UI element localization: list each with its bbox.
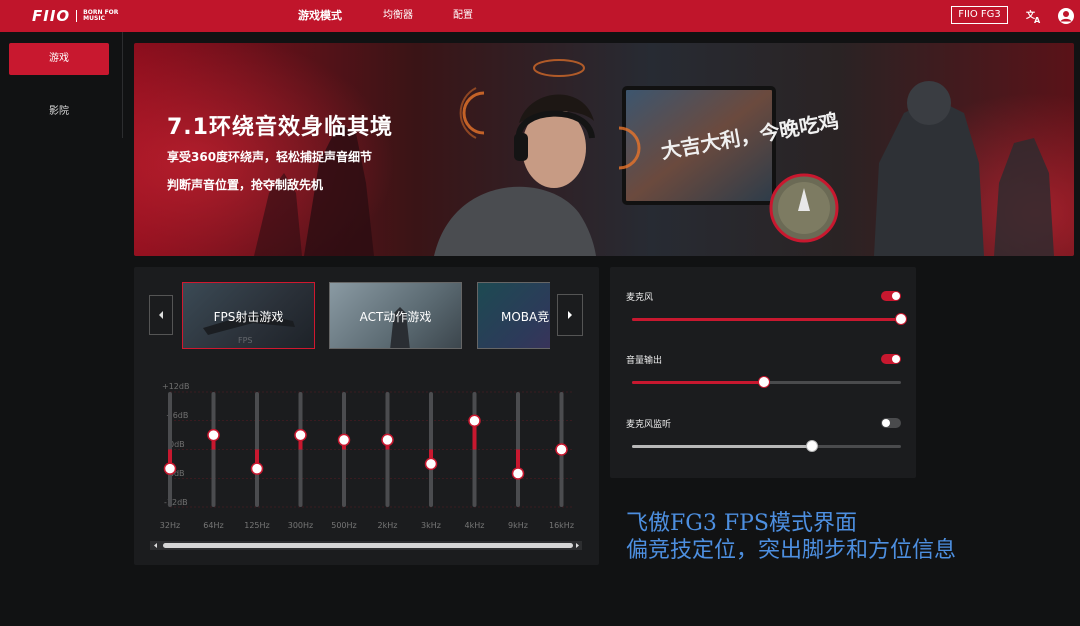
preset-card-fps[interactable]: FPS FPS射击游戏 — [182, 282, 315, 349]
preset-card-act[interactable]: ACT动作游戏 — [329, 282, 462, 349]
eq-freq-label: 4kHz — [464, 521, 485, 530]
mic-label: 麦克风 — [626, 293, 654, 303]
slider-fill — [632, 445, 813, 448]
eq-band-knob[interactable] — [468, 414, 481, 427]
preset-prev-button[interactable] — [149, 295, 173, 335]
eq-band-knob[interactable] — [511, 467, 525, 480]
eq-band-knob[interactable] — [424, 457, 438, 471]
eq-freq-label: 32Hz — [159, 521, 181, 530]
eq-band-knob[interactable] — [555, 443, 568, 456]
preset-label-fps: FPS射击游戏 — [213, 310, 284, 324]
scroll-left-icon[interactable] — [153, 541, 159, 550]
output-volume-label: 音量输出 — [626, 356, 663, 366]
eq-freq-label: 16kHz — [548, 521, 575, 530]
output-volume-toggle[interactable] — [881, 354, 901, 364]
nav-equalizer[interactable]: 均衡器 — [383, 0, 413, 32]
nav-config[interactable]: 配置 — [453, 0, 473, 32]
eq-freq-label: 125Hz — [244, 521, 270, 530]
logo-tagline: BORN FOR MUSIC — [83, 9, 119, 22]
eq-freq-label: 300Hz — [287, 521, 314, 530]
mic-monitor-label: 麦克风监听 — [626, 420, 672, 430]
mic-monitor-toggle[interactable] — [881, 418, 901, 428]
slider-fill — [632, 318, 901, 321]
sidebar: 游戏 影院 — [0, 32, 123, 138]
banner-subtitle-2: 判断声音位置，抢夺制敌先机 — [167, 178, 324, 192]
banner-title: 7.1环绕音效身临其境 — [167, 115, 393, 140]
caption-line-2: 偏竞技定位，突出脚步和方位信息 — [626, 538, 957, 563]
sidebar-item-game[interactable]: 游戏 — [9, 43, 109, 75]
eq-sliders[interactable] — [140, 380, 580, 530]
toggle-knob — [882, 419, 890, 427]
eq-band-knob[interactable] — [207, 428, 220, 442]
logo-divider — [76, 10, 78, 22]
svg-text:FPS: FPS — [238, 336, 253, 345]
slider-thumb[interactable] — [895, 313, 907, 325]
banner-subtitle-1: 享受360度环绕声，轻松捕捉声音细节 — [167, 150, 373, 164]
eq-band-knob[interactable] — [250, 462, 264, 475]
preset-label-moba: MOBA竞 — [501, 310, 550, 324]
chevron-left-icon — [159, 311, 163, 319]
scrollbar-thumb[interactable] — [163, 543, 573, 548]
eq-freq-label: 2kHz — [377, 521, 398, 530]
scroll-right-icon[interactable] — [574, 541, 580, 550]
mic-monitor-slider[interactable] — [632, 440, 901, 452]
preset-card-moba[interactable]: MOBA竞 — [477, 282, 550, 349]
toggle-knob — [892, 292, 900, 300]
logo-text: FIIO — [32, 7, 71, 25]
eq-freq-label: 500Hz — [331, 521, 357, 530]
translate-icon[interactable]: 文 A — [1025, 7, 1043, 25]
toggle-knob — [892, 355, 900, 363]
top-bar: FIIO BORN FOR MUSIC 游戏模式 均衡器 配置 FIIO FG3… — [0, 0, 1080, 32]
eq-band-knob[interactable] — [163, 462, 177, 475]
sidebar-item-cinema[interactable]: 影院 — [9, 96, 109, 128]
output-volume-slider[interactable] — [632, 376, 901, 388]
svg-text:A: A — [1034, 16, 1041, 25]
eq-freq-label: 9kHz — [508, 521, 528, 530]
device-select-button[interactable]: FIIO FG3 — [951, 6, 1008, 24]
slider-fill — [632, 381, 764, 384]
mic-toggle[interactable] — [881, 291, 901, 301]
eq-band-knob[interactable] — [294, 428, 307, 442]
eq-horizontal-scrollbar[interactable] — [150, 541, 582, 550]
eq-band-knob[interactable] — [381, 433, 394, 447]
fiio-logo: FIIO BORN FOR MUSIC — [32, 7, 123, 25]
nav-game-mode[interactable]: 游戏模式 — [298, 0, 342, 32]
chevron-right-icon — [568, 311, 572, 319]
eq-freq-label: 3kHz — [421, 521, 441, 530]
preset-label-act: ACT动作游戏 — [359, 310, 432, 324]
user-icon[interactable] — [1057, 7, 1075, 25]
hero-banner: 大吉大利，今晚吃鸡 7.1环绕音效身临其境 享受360度环绕声，轻松捕捉声音细节… — [134, 43, 1074, 256]
eq-band-knob[interactable] — [337, 433, 351, 447]
preset-carousel: FPS FPS射击游戏 ACT动作游戏 MOBA竞 — [182, 282, 550, 350]
preset-next-button[interactable] — [557, 294, 583, 336]
mic-volume-slider[interactable] — [632, 313, 907, 325]
eq-freq-label: 64Hz — [203, 521, 224, 530]
slider-thumb[interactable] — [757, 376, 770, 388]
